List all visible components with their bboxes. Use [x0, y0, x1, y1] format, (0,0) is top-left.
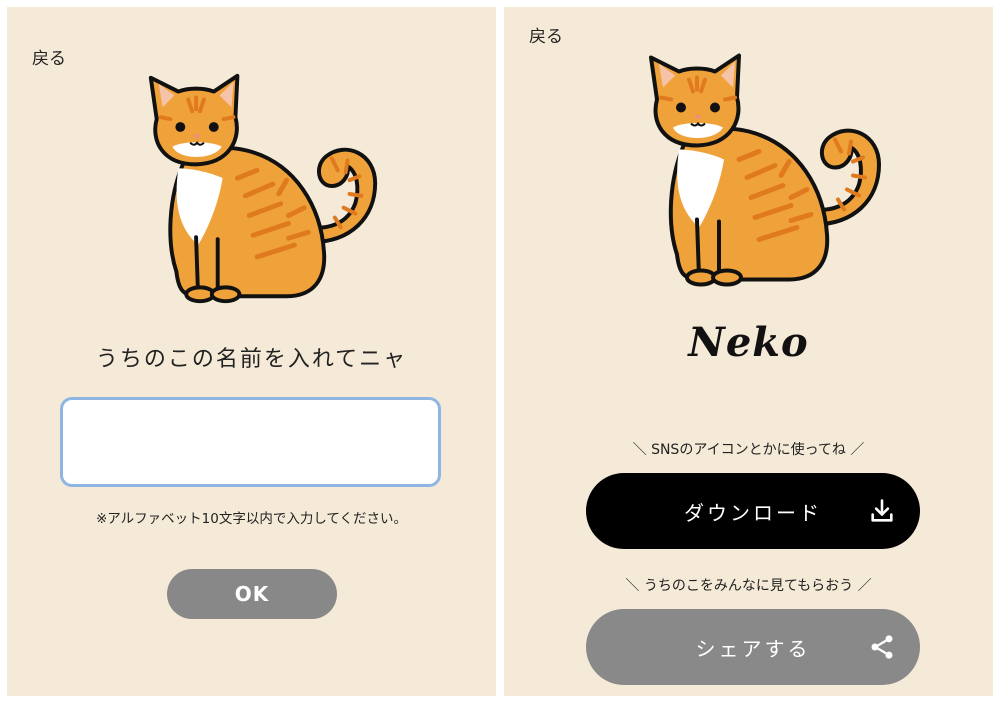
name-prompt: うちのこの名前を入れてニャ [95, 347, 408, 372]
share-button[interactable]: シェアする [586, 609, 920, 685]
download-button[interactable]: ダウンロード [586, 473, 920, 549]
download-caption: ＼ SNSのアイコンとかに使ってね ／ [632, 442, 865, 458]
download-button-label: ダウンロード [684, 500, 822, 525]
back-button[interactable]: 戻る [529, 22, 563, 47]
cat-illustration [639, 47, 889, 292]
share-caption: ＼ うちのこをみんなに見てもらおう ／ [625, 578, 872, 594]
back-button[interactable]: 戻る [32, 44, 66, 69]
cat-name-input[interactable] [60, 397, 441, 487]
download-icon [871, 499, 893, 522]
cat-illustration [139, 69, 385, 307]
ok-button[interactable]: OK [167, 569, 337, 619]
result-screen: 戻る Neko ＼ SNSのアイコンとかに使ってね ／ ダウンロード ＼ うちの… [504, 7, 993, 696]
name-entry-screen: 戻る うちのこの名前を入れてニャ ※アルファベット10文字以内で入力してください… [7, 7, 496, 696]
cat-name-display: Neko [688, 319, 809, 366]
input-note: ※アルファベット10文字以内で入力してください。 [95, 511, 408, 527]
share-icon [871, 635, 893, 659]
share-button-label: シェアする [695, 636, 811, 661]
